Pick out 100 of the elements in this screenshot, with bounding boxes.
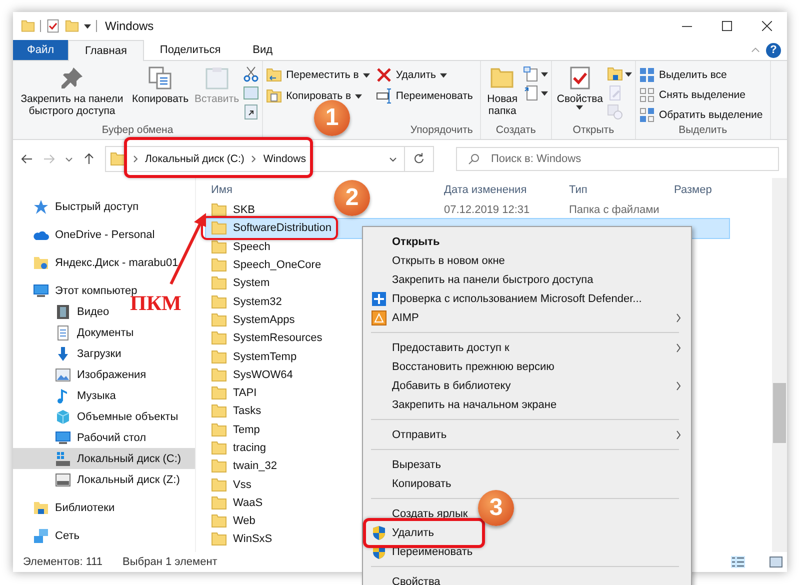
menu-item[interactable]: Проверка с использованием Microsoft Defender... (392, 292, 642, 304)
file-name[interactable]: SystemResources (233, 332, 322, 344)
file-name[interactable]: SystemTemp (233, 350, 297, 363)
file-name[interactable]: Speech (233, 240, 270, 253)
file-name[interactable]: twain_32 (233, 460, 278, 472)
file-name[interactable]: WinSxS (233, 533, 272, 546)
ribbon-icon-button[interactable] (243, 104, 260, 120)
scrollbar[interactable] (772, 178, 787, 552)
chevron-down-icon[interactable] (65, 156, 73, 162)
file-name[interactable]: SysWOW64 (233, 368, 293, 381)
menu-item[interactable]: Создать ярлык (392, 508, 468, 520)
sidebar-item[interactable]: Загрузки (77, 348, 122, 360)
sidebar-item[interactable]: Локальный диск (C:) (77, 452, 182, 464)
menu-item[interactable]: Отправить (392, 428, 447, 440)
back-arrow-icon[interactable] (21, 153, 33, 165)
close-icon[interactable] (762, 21, 772, 31)
ribbon-button[interactable]: Обратить выделение (638, 106, 767, 124)
file-name[interactable]: System32 (233, 296, 282, 308)
breadcrumb[interactable]: Локальный диск (C:) (145, 153, 244, 165)
ribbon-button[interactable]: Переименовать (376, 87, 477, 105)
menu-item[interactable]: Открыть в новом окне (392, 254, 505, 266)
sidebar-item[interactable]: Рабочий стол (77, 432, 146, 444)
help-button[interactable]: ? (766, 42, 781, 58)
sidebar-item[interactable]: OneDrive - Personal (55, 228, 155, 240)
refresh-icon[interactable] (413, 153, 425, 165)
menu-item[interactable]: Вырезать (392, 458, 441, 470)
menu-item[interactable]: Переименовать (392, 546, 473, 558)
sidebar-item[interactable]: Этот компьютер (55, 284, 138, 296)
menu-item[interactable]: Свойства (392, 576, 440, 585)
file-name[interactable]: Speech_OneCore (233, 259, 322, 272)
file-name[interactable]: WaaS (233, 496, 263, 509)
menu-item[interactable]: Закрепить на начальном экране (392, 398, 557, 410)
sidebar-item[interactable]: Сеть (55, 530, 80, 542)
up-arrow-icon[interactable] (83, 153, 95, 165)
menu-item[interactable]: Предоставить доступ к (392, 342, 510, 354)
column-header[interactable]: Размер (674, 184, 734, 196)
folder-icon (211, 403, 227, 420)
collapse-ribbon-icon[interactable] (751, 47, 760, 53)
menu-item[interactable]: Восстановить прежнюю версию (392, 360, 554, 372)
column-header[interactable]: Тип (569, 184, 674, 196)
edit-icon (606, 85, 623, 101)
ribbon-button[interactable]: Выделить все (638, 66, 767, 84)
ribbon-button[interactable]: Свойства (554, 66, 605, 110)
sidebar-item[interactable]: Документы (77, 326, 134, 338)
sidebar-item[interactable]: Видео (77, 306, 110, 318)
sidebar-item[interactable]: Локальный диск (Z:) (77, 474, 180, 486)
menu-item[interactable]: Открыть (392, 236, 440, 248)
column-header[interactable]: Дата изменения (444, 184, 569, 196)
defender-icon (371, 290, 387, 306)
status-text: Выбран 1 элемент (122, 556, 218, 568)
ribbon-tab[interactable]: Вид (236, 40, 289, 60)
menu-item[interactable]: Копировать (392, 478, 452, 490)
ribbon-icon-button[interactable] (606, 66, 632, 82)
ribbon-icon-button[interactable] (522, 85, 548, 101)
details-view-icon[interactable] (731, 556, 745, 568)
file-name[interactable]: Vss (233, 478, 252, 491)
properties-icon (46, 19, 60, 33)
ribbon-tab[interactable]: Поделиться (144, 40, 237, 60)
sidebar-item[interactable]: Библиотеки (55, 502, 115, 514)
menu-item[interactable]: Удалить (392, 526, 434, 538)
file-name[interactable]: System (233, 277, 270, 290)
menu-item[interactable]: AIMP (392, 312, 419, 324)
file-name[interactable]: Tasks (233, 405, 262, 418)
network-icon (33, 528, 49, 544)
chevron-down-icon[interactable] (389, 156, 397, 162)
menu-item[interactable]: Добавить в библиотеку (392, 380, 511, 392)
file-name[interactable]: Temp (233, 424, 260, 436)
sidebar-item[interactable]: Изображения (77, 368, 146, 380)
copy-to-icon (266, 88, 282, 104)
ribbon-icon-button[interactable] (522, 66, 548, 82)
folder-icon (211, 458, 227, 474)
sidebar-item[interactable]: Объемные объекты (77, 410, 178, 422)
menu-item[interactable]: Закрепить на панели быстрого доступа (392, 274, 594, 286)
file-tab[interactable]: Файл (13, 40, 68, 60)
search-field[interactable]: Поиск в: Windows (456, 147, 779, 171)
scroll-thumb[interactable] (773, 383, 786, 443)
folder-icon (21, 19, 35, 33)
sidebar-item[interactable]: Быстрый доступ (55, 200, 139, 212)
ribbon-button[interactable]: Закрепить на панели быстрого доступа (16, 66, 128, 117)
file-name[interactable]: TAPI (233, 387, 257, 400)
file-name[interactable]: Web (233, 515, 256, 528)
ribbon-button[interactable]: Новая папка (484, 66, 521, 117)
maximize-icon[interactable] (722, 21, 732, 31)
file-name[interactable]: SKB (233, 204, 256, 216)
sidebar-item-highlight[interactable]: Локальный диск (C:) (13, 448, 195, 469)
status-text: Элементов: 111 (23, 556, 103, 568)
ribbon-button[interactable]: Переместить в (266, 66, 374, 84)
file-name[interactable]: tracing (233, 442, 266, 454)
ribbon-button[interactable]: Снять выделение (638, 86, 767, 104)
address-bar[interactable]: Локальный диск (C:) Windows (105, 146, 434, 172)
file-name[interactable]: SystemApps (233, 314, 295, 326)
ribbon-button[interactable]: Удалить (376, 66, 477, 84)
breadcrumb[interactable]: Windows (263, 153, 306, 165)
ribbon-button[interactable]: Копировать (130, 66, 191, 105)
sidebar-item[interactable]: Музыка (77, 390, 116, 402)
sidebar-item[interactable]: Яндекс.Диск - marabu01 (55, 256, 178, 268)
file-name[interactable]: SoftwareDistribution (233, 222, 332, 234)
large-icons-view-icon[interactable] (769, 556, 783, 568)
ribbon-tab[interactable]: Главная (68, 40, 144, 61)
library-icon (33, 500, 49, 516)
